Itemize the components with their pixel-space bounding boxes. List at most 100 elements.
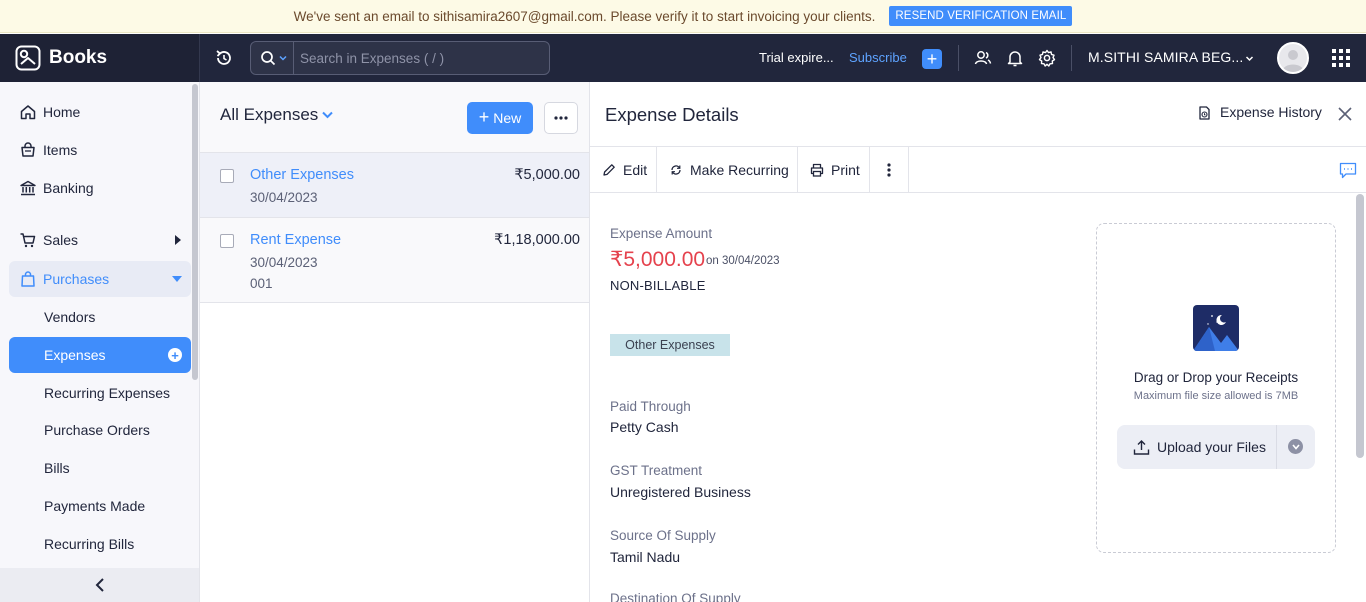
apps-grid-icon[interactable] (1332, 49, 1350, 67)
field-label: GST Treatment (610, 463, 703, 478)
sidebar-item-recurring-expenses[interactable]: Recurring Expenses (9, 375, 191, 411)
divider (1071, 45, 1072, 71)
expense-amount-label: Expense Amount (610, 226, 713, 241)
trial-status[interactable]: Trial expire... (759, 50, 834, 65)
expense-history-link[interactable]: Expense History (1220, 104, 1322, 120)
details-scrollbar[interactable] (1356, 194, 1364, 458)
more-options-button[interactable] (544, 102, 578, 134)
user-avatar-icon (1282, 50, 1304, 72)
search-icon[interactable] (260, 50, 276, 66)
more-horizontal-icon (554, 116, 568, 120)
make-recurring-button[interactable]: Make Recurring (657, 147, 798, 193)
sidebar-item-label: Purchases (43, 271, 110, 287)
chevron-down-icon[interactable] (279, 54, 287, 62)
close-icon[interactable] (1338, 107, 1352, 121)
print-label: Print (831, 162, 860, 178)
new-button-label: New (493, 110, 522, 126)
upload-icon (1133, 439, 1150, 455)
organization-name[interactable]: M.SITHI SAMIRA BEG... (1088, 49, 1243, 65)
sidebar-item-payments-made[interactable]: Payments Made (9, 488, 191, 524)
row-checkbox[interactable] (220, 169, 234, 183)
expense-date-note: on 30/04/2023 (706, 255, 780, 267)
sidebar-item-label: Sales (43, 232, 79, 248)
sidebar-item-purchase-orders[interactable]: Purchase Orders (9, 412, 191, 448)
edit-button[interactable]: Edit (590, 147, 657, 193)
sidebar-item-expenses[interactable]: Expenses + (9, 337, 191, 373)
field-value: Tamil Nadu (610, 549, 681, 565)
bell-icon[interactable] (1005, 48, 1025, 68)
users-icon[interactable] (973, 48, 993, 68)
chevron-left-icon (95, 578, 104, 592)
more-vertical-icon (887, 163, 891, 177)
receipt-image-icon (1193, 305, 1239, 351)
avatar[interactable] (1277, 42, 1309, 74)
history-icon[interactable] (1198, 106, 1211, 120)
expense-amount-value: ₹5,000.00 (610, 248, 706, 271)
upload-options-chevron-icon[interactable] (1288, 439, 1303, 454)
sidebar-item-label: Payments Made (44, 498, 146, 514)
pencil-icon (603, 164, 615, 176)
edit-label: Edit (623, 162, 648, 178)
plus-icon: + (478, 106, 490, 127)
billable-status: NON-BILLABLE (610, 278, 706, 293)
row-checkbox[interactable] (220, 234, 234, 248)
gear-icon[interactable] (1037, 48, 1057, 68)
books-logo-icon (15, 45, 41, 71)
expense-date: 30/04/2023 (250, 255, 318, 270)
search-box[interactable] (250, 41, 550, 75)
receipt-dropzone[interactable]: Drag or Drop your Receipts Maximum file … (1096, 223, 1336, 553)
quick-create-button[interactable]: + (922, 49, 942, 69)
subscribe-link[interactable]: Subscribe (849, 50, 907, 65)
sidebar: Home Items Banking Sales Purchases Vendo… (0, 82, 200, 602)
field-value: Petty Cash (610, 419, 679, 435)
expense-list-pane: All Expenses + New Other Expenses 30/04/… (200, 82, 590, 602)
sidebar-item-label: Bills (44, 460, 70, 476)
category-badge: Other Expenses (610, 334, 730, 356)
field-label: Destination Of Supply (610, 591, 741, 602)
upload-label: Upload your Files (1157, 439, 1266, 455)
dropzone-subtitle: Maximum file size allowed is 7MB (1133, 390, 1299, 402)
sidebar-item-items[interactable]: Items (9, 132, 191, 168)
new-expense-button[interactable]: + New (467, 102, 533, 134)
sidebar-scrollbar[interactable] (192, 84, 198, 380)
sidebar-item-bills[interactable]: Bills (9, 450, 191, 486)
expense-date: 30/04/2023 (250, 190, 318, 205)
recent-activity-icon[interactable] (214, 48, 234, 68)
sidebar-item-label: Recurring Bills (44, 536, 135, 552)
collapse-sidebar-button[interactable] (0, 568, 199, 602)
top-bar: Books Trial expire... Subscribe + M.SITH… (0, 34, 1366, 82)
sidebar-item-sales[interactable]: Sales (9, 222, 191, 258)
chevron-down-icon[interactable] (322, 111, 333, 119)
expense-account[interactable]: Rent Expense (250, 232, 341, 248)
more-actions-button[interactable] (870, 147, 909, 193)
list-item[interactable]: Other Expenses 30/04/2023 ₹5,000.00 (200, 153, 589, 218)
chevron-down-icon[interactable] (1245, 54, 1254, 63)
comments-icon[interactable] (1339, 162, 1357, 179)
sidebar-item-home[interactable]: Home (9, 94, 191, 130)
search-divider (293, 42, 294, 74)
add-expense-icon[interactable]: + (168, 348, 182, 362)
list-item[interactable]: Rent Expense 30/04/2023 001 ₹1,18,000.00 (200, 218, 589, 303)
bank-icon (20, 180, 36, 196)
brand[interactable]: Books (0, 34, 200, 82)
upload-files-button[interactable]: Upload your Files (1117, 425, 1315, 469)
sidebar-item-recurring-bills[interactable]: Recurring Bills (9, 526, 191, 562)
make-recurring-label: Make Recurring (690, 162, 789, 178)
sidebar-item-label: Items (43, 142, 78, 158)
print-button[interactable]: Print (798, 147, 870, 193)
search-input[interactable] (300, 50, 549, 66)
expense-details-pane: Expense Details Expense History Edit Mak… (590, 82, 1366, 602)
sidebar-item-banking[interactable]: Banking (9, 170, 191, 206)
list-view-title[interactable]: All Expenses (220, 105, 318, 125)
field-label: Paid Through (610, 399, 691, 414)
expense-account[interactable]: Other Expenses (250, 167, 354, 183)
bag-icon (21, 271, 35, 287)
expense-amount: ₹5,000.00 (514, 167, 580, 183)
page-title: Expense Details (605, 104, 739, 125)
sidebar-item-purchases[interactable]: Purchases (9, 261, 191, 297)
printer-icon (810, 163, 824, 177)
caret-down-icon (172, 276, 182, 282)
resend-verification-button[interactable]: RESEND VERIFICATION EMAIL (889, 6, 1073, 26)
sidebar-item-vendors[interactable]: Vendors (9, 299, 191, 335)
details-toolbar: Edit Make Recurring Print (590, 146, 1366, 193)
